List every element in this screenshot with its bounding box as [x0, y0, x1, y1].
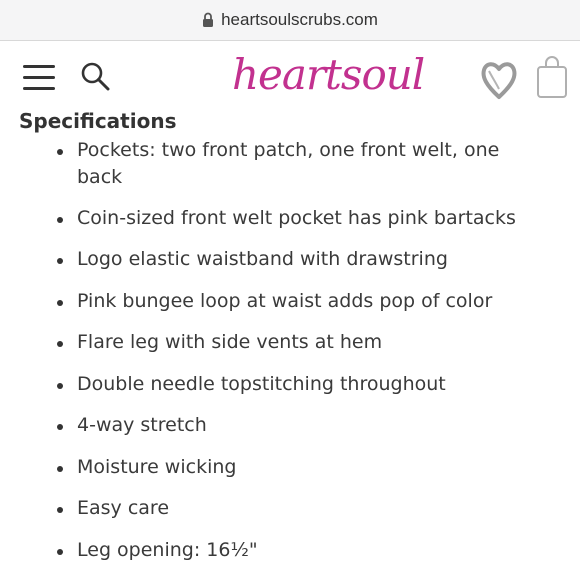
list-item: Coin-sized front welt pocket has pink ba… [57, 205, 537, 232]
heart-icon[interactable] [480, 57, 518, 101]
bullet-icon [57, 466, 63, 472]
shopping-bag-icon[interactable] [536, 55, 568, 99]
list-item: Moisture wicking [57, 454, 537, 481]
site-logo[interactable]: heartsoul [232, 47, 425, 103]
bullet-icon [57, 300, 63, 306]
search-icon[interactable] [80, 61, 110, 91]
list-item: Double needle topstitching throughout [57, 371, 537, 398]
list-item: Leg opening: 16½" [57, 537, 537, 564]
bullet-icon [57, 217, 63, 223]
lock-icon [203, 12, 214, 27]
bullet-icon [57, 149, 63, 155]
bullet-icon [57, 258, 63, 264]
bullet-icon [57, 424, 63, 430]
specifications-heading: Specifications [19, 109, 177, 133]
site-header: heartsoul [0, 41, 580, 107]
bullet-icon [57, 383, 63, 389]
bullet-icon [57, 341, 63, 347]
bullet-icon [57, 507, 63, 513]
list-item: Easy care [57, 495, 537, 522]
list-item: Pink bungee loop at waist adds pop of co… [57, 288, 537, 315]
menu-icon[interactable] [23, 65, 55, 91]
list-item: Flare leg with side vents at hem [57, 329, 537, 356]
browser-url-bar[interactable]: heartsoulscrubs.com [0, 0, 580, 41]
list-item: Logo elastic waistband with drawstring [57, 246, 537, 273]
list-item: Pockets: two front patch, one front welt… [57, 137, 527, 191]
list-item: 4-way stretch [57, 412, 537, 439]
bullet-icon [57, 549, 63, 555]
url-container[interactable]: heartsoulscrubs.com [202, 10, 378, 30]
url-text[interactable]: heartsoulscrubs.com [221, 10, 378, 30]
